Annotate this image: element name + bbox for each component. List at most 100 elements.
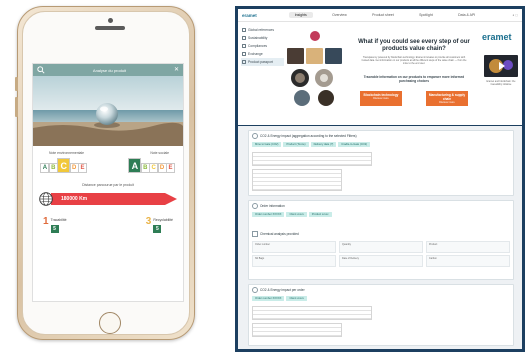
check-icon	[242, 44, 246, 48]
impact-table	[252, 152, 372, 166]
volume-button	[15, 77, 18, 91]
hero-title: What if you could see every step of our …	[358, 39, 470, 52]
phone-bezel: Analyse du produit ✕ Note environnementa…	[22, 11, 190, 335]
filter-chip[interactable]: Delivery date (?)	[310, 142, 337, 147]
rating-letter-selected: A	[128, 158, 142, 173]
product-passport-page: CO2 & Energy impact (aggregation accordi…	[238, 126, 522, 349]
kpi-order-number: Order number	[252, 241, 336, 253]
environmental-rating-scale: A B C D E	[40, 158, 88, 173]
app-title: Analyse du produit	[92, 67, 127, 73]
tab-overview[interactable]: Overview	[326, 12, 353, 18]
video-player[interactable]	[484, 55, 518, 77]
tab-data-api[interactable]: Data & API	[452, 12, 481, 18]
sidebar-item-compliances[interactable]: Compliances	[241, 42, 284, 50]
smartphone-mockup: Analyse du produit ✕ Note environnementa…	[15, 6, 195, 340]
step-icon	[252, 133, 258, 139]
fact-label: Recyclabilité	[153, 218, 173, 222]
hero-subtitle: Traceable information on our products to…	[363, 75, 465, 83]
traceability-fact: 1 Tracabilité 5	[43, 217, 67, 233]
step-icon	[252, 287, 258, 293]
product-photo	[33, 76, 183, 146]
filter-chip[interactable]: Product (Tonne)	[283, 142, 309, 147]
social-rating-label: Note sociale	[150, 151, 169, 155]
hero-body: Transparency powered by blockchain techn…	[361, 56, 467, 65]
blockchain-technology-button[interactable]: Blockchain technology Discover more	[360, 91, 402, 106]
sidebar-item-exchange[interactable]: Exchange	[241, 50, 284, 58]
tab-product-sheet[interactable]: Product sheet	[366, 12, 400, 18]
card-title: CO2 & Energy impact per order	[260, 288, 305, 292]
order-impact-card: CO2 & Energy impact per order Order numb…	[248, 284, 514, 346]
logo: eramet	[242, 12, 257, 18]
distance-label: Distance parcourue par le produit	[82, 183, 134, 187]
leaf-icon	[242, 36, 246, 40]
order-energy-table	[252, 323, 342, 337]
desktop-mockup: eramet Insights Overview Product sheet S…	[235, 6, 525, 352]
card-title: Order information	[260, 204, 285, 208]
step-icon	[252, 203, 258, 209]
rating-letter: E	[166, 163, 175, 173]
fact-number: 3	[145, 216, 152, 227]
sidebar-item-global-references[interactable]: Global references	[241, 26, 284, 34]
fact-score-badge: 5	[50, 225, 59, 233]
brand-logo: eramet	[482, 32, 512, 42]
distance-arrow: 180000 Km	[37, 191, 179, 207]
rating-letter: E	[78, 163, 88, 173]
speaker-grille	[95, 26, 125, 30]
filter-chip[interactable]: Mine to Gate (CO2)	[252, 142, 282, 147]
visuals-panel	[286, 26, 344, 116]
document-icon	[242, 28, 246, 32]
volume-button	[15, 97, 18, 117]
sidebar: Global references Sustainability Complia…	[241, 26, 284, 66]
order-information-card: Order information Order number XXXXX Cli…	[248, 200, 514, 280]
search-icon[interactable]	[37, 66, 45, 74]
video-caption: Eramet and blockchain: the traceability …	[486, 80, 516, 86]
card-subtitle: Chemical analysis provided	[260, 232, 299, 236]
order-chip[interactable]: Client xxxxx	[286, 212, 307, 217]
order-chip[interactable]: Order number XXXXX	[252, 296, 285, 301]
sidebar-item-label: Product passport	[248, 60, 273, 64]
energy-table	[252, 169, 342, 191]
document-icon	[252, 231, 258, 237]
card-title: CO2 & Energy impact (aggregation accordi…	[260, 134, 357, 138]
order-chip[interactable]: Product xxxxx	[308, 212, 332, 217]
rating-letter-selected: C	[57, 158, 71, 173]
phone-screen: Analyse du produit ✕ Note environnementa…	[32, 63, 184, 302]
sidebar-item-label: Sustainability	[248, 36, 268, 40]
order-chip[interactable]: Client xxxxx	[286, 296, 307, 301]
kpi-product: Product	[426, 241, 510, 253]
exchange-icon	[242, 52, 246, 56]
order-impact-table	[252, 306, 372, 320]
fact-number: 1	[43, 216, 49, 227]
recyclability-fact: 3 Recyclabilité 5	[146, 217, 173, 233]
kpi-carbon: Carbon	[426, 255, 510, 267]
close-icon[interactable]: ✕	[174, 67, 179, 73]
kpi-quantity: Quantity	[339, 241, 423, 253]
co2-energy-card: CO2 & Energy impact (aggregation accordi…	[248, 130, 514, 196]
passport-icon	[242, 60, 246, 64]
top-navigation: eramet Insights Overview Product sheet S…	[238, 9, 522, 22]
button-label: Manufacturing & supply chain	[428, 93, 466, 101]
distance-value: 180000 Km	[61, 196, 88, 202]
sidebar-item-product-passport[interactable]: Product passport	[241, 58, 284, 66]
order-chip[interactable]: Order number XXXXX	[252, 212, 285, 217]
tab-spotlight[interactable]: Spotlight	[413, 12, 439, 18]
app-bar: Analyse du produit ✕	[33, 64, 183, 76]
sidebar-item-label: Global references	[248, 28, 275, 32]
user-menu-icon[interactable]: ● ▢	[488, 13, 518, 17]
camera-icon	[108, 18, 113, 23]
fact-score-badge: 5	[153, 225, 162, 233]
button-sublabel: Discover more	[439, 101, 455, 104]
tab-insights[interactable]: Insights	[288, 12, 313, 18]
sidebar-item-sustainability[interactable]: Sustainability	[241, 34, 284, 42]
product-images	[287, 31, 342, 106]
filter-chip[interactable]: Cradle-to-Gate (CO2)	[338, 142, 371, 147]
fact-label: Tracabilité	[50, 218, 67, 222]
home-button[interactable]	[99, 312, 121, 334]
sidebar-item-label: Exchange	[248, 52, 263, 56]
globe-icon	[39, 192, 53, 206]
social-rating-scale: A B C D E	[128, 158, 175, 173]
kpi-bags: Nb Bags	[252, 255, 336, 267]
landing-page: eramet Insights Overview Product sheet S…	[238, 9, 522, 125]
button-sublabel: Discover more	[373, 97, 389, 100]
manufacturing-supply-chain-button[interactable]: Manufacturing & supply chain Discover mo…	[426, 91, 468, 106]
